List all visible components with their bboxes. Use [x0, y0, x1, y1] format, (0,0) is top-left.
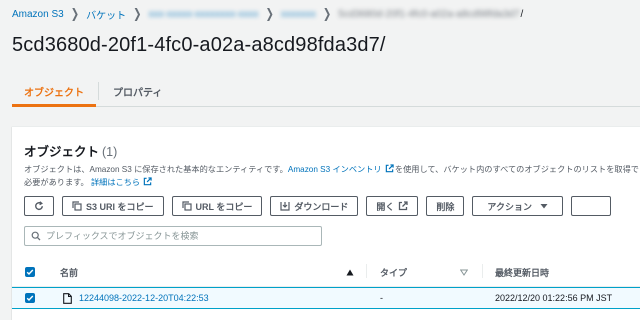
breadcrumb-item-bucket[interactable]: xxx-xxxxx-xxxxxxxx-xxxx — [148, 9, 258, 20]
checkmark-icon — [26, 269, 34, 276]
panel-description: オブジェクトは、Amazon S3 に保存された基本的なエンティティです。Ama… — [24, 163, 640, 189]
external-link-icon — [144, 177, 153, 186]
actions-label: アクション — [487, 201, 532, 212]
object-name-link[interactable]: 12244098-2022-12-20T04:22:53 — [79, 293, 209, 303]
page-title: 5cd3680d-20f1-4fc0-a02a-a8cd98fda3d7/ — [12, 34, 386, 56]
delete-button[interactable]: 削除 — [426, 196, 465, 216]
caret-down-icon — [540, 204, 548, 209]
sort-ascending-icon[interactable] — [346, 269, 354, 276]
copy-url-button[interactable]: URL をコピー — [171, 196, 263, 216]
chevron-right-icon: ❯ — [322, 6, 332, 22]
description-text-1: オブジェクトは、Amazon S3 に保存された基本的なエンティティです。 — [24, 165, 288, 174]
download-icon — [280, 202, 290, 211]
breadcrumb-item-buckets[interactable]: バケット — [86, 7, 126, 22]
tab-bar: オブジェクト プロパティ — [12, 76, 640, 107]
tab-properties[interactable]: プロパティ — [101, 76, 174, 106]
objects-panel: オブジェクト (1) オブジェクトは、Amazon S3 に保存された基本的なエン… — [12, 126, 640, 320]
refresh-icon — [35, 201, 43, 210]
table-header: 名前 タイプ 最終更新日時 — [12, 257, 640, 287]
open-button[interactable]: 開く — [366, 196, 419, 216]
description-text-2: を使用して、バケット内のすべてのオブジェクトのリストを取得できま — [394, 165, 640, 174]
inventory-link[interactable]: Amazon S3 インベントリ — [288, 165, 382, 174]
external-link-icon — [385, 164, 394, 173]
external-link-icon — [399, 201, 409, 211]
open-label: 開く — [376, 201, 395, 212]
breadcrumb-item-current: 5cd3680d-20f1-4fc0-a02a-a8cd98fda3d7 — [338, 8, 520, 20]
more-toolbar-button[interactable] — [570, 196, 611, 216]
column-separator — [366, 264, 367, 278]
checkmark-icon — [26, 295, 34, 302]
column-separator — [482, 264, 483, 278]
object-search-field[interactable] — [24, 226, 322, 246]
file-icon — [63, 293, 72, 304]
copy-url-label: URL をコピー — [195, 201, 253, 212]
objects-toolbar: S3 URI をコピー URL をコピー ダウンロード 開く 削除 アクション — [24, 196, 611, 216]
chevron-right-icon: ❯ — [70, 6, 80, 22]
tab-objects[interactable]: オブジェクト — [12, 76, 96, 107]
object-last-modified: 2022/12/20 01:22:56 PM JST — [495, 293, 613, 303]
panel-title-text: オブジェクト — [24, 145, 100, 159]
breadcrumb: Amazon S3 ❯ バケット ❯ xxx-xxxxx-xxxxxxxx-xx… — [12, 6, 523, 22]
chevron-right-icon: ❯ — [265, 6, 274, 22]
copy-s3-uri-button[interactable]: S3 URI をコピー — [62, 196, 164, 216]
column-header-last-modified[interactable]: 最終更新日時 — [495, 266, 549, 279]
object-type: - — [380, 293, 383, 303]
sort-icon[interactable] — [460, 269, 468, 276]
breadcrumb-trailing-slash: / — [520, 8, 524, 20]
description-text-3: 必要があります。 — [24, 178, 89, 187]
row-checkbox[interactable] — [25, 293, 35, 303]
select-all-checkbox[interactable] — [25, 267, 35, 277]
actions-dropdown[interactable]: アクション — [472, 196, 563, 216]
chevron-right-icon: ❯ — [133, 6, 142, 22]
copy-icon — [181, 201, 192, 211]
learn-more-link[interactable]: 詳細はこちら — [91, 178, 140, 187]
search-icon — [31, 231, 41, 241]
breadcrumb-item-s3[interactable]: Amazon S3 — [12, 9, 64, 20]
copy-s3-uri-label: S3 URI をコピー — [86, 201, 154, 212]
copy-icon — [72, 201, 82, 211]
column-header-type[interactable]: タイプ — [380, 266, 407, 279]
delete-label: 削除 — [436, 201, 455, 212]
download-label: ダウンロード — [294, 201, 349, 212]
object-count: (1) — [102, 145, 118, 159]
refresh-button[interactable] — [24, 196, 54, 216]
download-button[interactable]: ダウンロード — [270, 196, 359, 216]
breadcrumb-item-folder[interactable]: xxxxxxx — [281, 9, 316, 20]
column-header-name[interactable]: 名前 — [60, 266, 78, 279]
table-row[interactable]: 12244098-2022-12-20T04:22:53 - 2022/12/2… — [12, 287, 640, 309]
tab-divider — [98, 82, 99, 100]
search-input[interactable] — [46, 231, 306, 241]
panel-title: オブジェクト (1) — [24, 141, 117, 160]
